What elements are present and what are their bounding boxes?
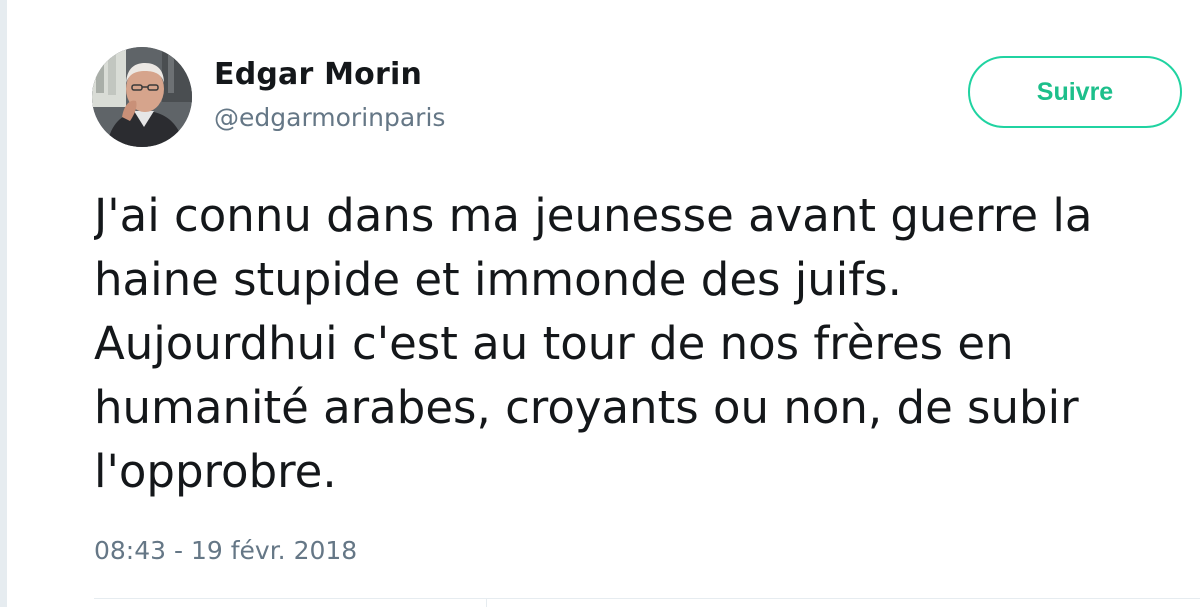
tweet-text-line: haine stupide et immonde des juifs. <box>94 253 902 306</box>
tweet-text-line: J'ai connu dans ma jeunesse avant guerre… <box>94 189 1093 242</box>
follow-button[interactable]: Suivre <box>968 56 1182 128</box>
author-name[interactable]: Edgar Morin <box>214 57 422 92</box>
tweet-text-line: humanité arabes, croyants ou non, de sub… <box>94 381 1079 434</box>
avatar[interactable] <box>92 47 192 147</box>
divider <box>486 598 487 607</box>
window-left-edge <box>0 0 7 607</box>
tweet-text: J'ai connu dans ma jeunesse avant guerre… <box>94 184 1199 504</box>
divider <box>94 598 1200 599</box>
tweet-text-line: Aujourdhui c'est au tour de nos frères e… <box>94 317 1014 370</box>
tweet-timestamp-link[interactable]: 08:43 - 19 févr. 2018 <box>94 536 357 565</box>
tweet-text-line: l'opprobre. <box>94 445 337 498</box>
author-handle[interactable]: @edgarmorinparis <box>214 103 445 132</box>
avatar-photo <box>92 47 192 147</box>
